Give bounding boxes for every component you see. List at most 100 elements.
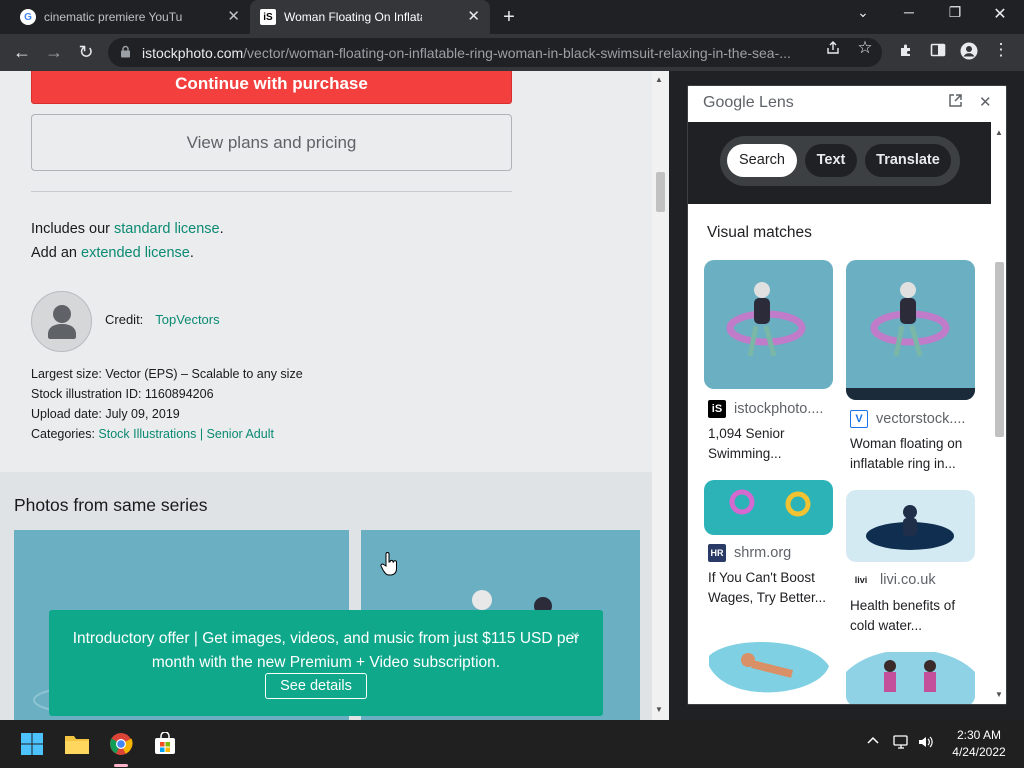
license-line-standard: Includes our standard license.	[31, 221, 224, 237]
livi-source-icon: livi	[850, 571, 872, 589]
screen: G cinematic premiere YouTube cou ✕ iS Wo…	[0, 0, 1024, 768]
promo-close-icon[interactable]: ×	[571, 627, 579, 643]
categories: Categories: Stock Illustrations | Senior…	[31, 427, 274, 441]
license-text: Add an	[31, 245, 81, 261]
microsoft-store-icon[interactable]	[151, 730, 179, 758]
side-panel-icon[interactable]	[927, 42, 949, 62]
chrome-icon[interactable]	[107, 730, 135, 758]
result-image[interactable]	[846, 490, 975, 562]
shrm-source-icon: HR	[708, 544, 726, 562]
result-source[interactable]: Vvectorstock....	[850, 410, 965, 428]
file-explorer-icon[interactable]	[63, 730, 91, 758]
license-text-end: .	[219, 221, 224, 237]
result-caption[interactable]: If You Can't Boost Wages, Try Better...	[708, 568, 838, 608]
source-name: vectorstock....	[876, 411, 966, 427]
chrome-menu-icon[interactable]: ⋮	[990, 40, 1012, 60]
visual-matches-title: Visual matches	[707, 224, 812, 241]
tab-translate[interactable]: Translate	[865, 144, 951, 177]
upload-date: Upload date: July 09, 2019	[31, 407, 180, 421]
scroll-up-arrow-icon[interactable]: ▲	[995, 128, 1003, 137]
view-plans-button[interactable]: View plans and pricing	[31, 114, 512, 171]
clock-time: 2:30 AM	[956, 728, 1002, 742]
url-text: istockphoto.com/vector/woman-floating-on…	[142, 45, 822, 61]
license-line-extended: Add an extended license.	[31, 245, 194, 261]
tab-youtube-search[interactable]: G cinematic premiere YouTube cou ✕	[0, 0, 250, 34]
close-tab-icon[interactable]: ✕	[227, 9, 240, 24]
result-image[interactable]	[846, 260, 975, 400]
tab-text[interactable]: Text	[805, 144, 857, 177]
extended-license-link[interactable]: extended license	[81, 245, 190, 261]
tab-title: cinematic premiere YouTube cou	[44, 10, 182, 24]
forward-button[interactable]: →	[42, 40, 66, 64]
volume-icon[interactable]	[917, 734, 935, 754]
largest-size: Largest size: Vector (EPS) – Scalable to…	[31, 367, 303, 381]
lens-scroll-thumb[interactable]	[995, 262, 1004, 437]
continue-purchase-button[interactable]: Continue with purchase	[31, 71, 512, 104]
see-details-button[interactable]: See details	[265, 673, 367, 699]
contributor-avatar[interactable]	[31, 291, 92, 352]
lens-title: Google Lens	[703, 94, 794, 111]
standard-license-link[interactable]: standard license	[114, 221, 220, 237]
close-tab-icon[interactable]: ✕	[467, 9, 480, 24]
open-in-new-tab-icon[interactable]	[948, 93, 963, 112]
address-bar[interactable]: istockphoto.com/vector/woman-floating-on…	[108, 38, 882, 67]
close-panel-icon[interactable]: ✕	[979, 93, 992, 111]
start-windows-icon[interactable]	[18, 730, 46, 758]
scroll-down-arrow-icon[interactable]: ▼	[995, 690, 1003, 699]
result-source[interactable]: iS istockphoto....	[708, 400, 823, 418]
tab-search-chevron-icon[interactable]: ⌄	[851, 4, 875, 21]
google-icon: G	[20, 9, 36, 25]
credit-name-link[interactable]: TopVectors	[155, 312, 219, 327]
taskbar: 2:30 AM 4/24/2022	[0, 720, 1024, 768]
page-scrollbar[interactable]: ▲ ▼	[652, 71, 669, 720]
lens-mode-tabs: Search Text Translate	[720, 136, 960, 186]
promo-banner: Introductory offer | Get images, videos,…	[49, 610, 603, 716]
system-clock[interactable]: 2:30 AM 4/24/2022	[944, 727, 1014, 761]
scroll-up-arrow-icon[interactable]: ▲	[655, 75, 663, 84]
network-icon[interactable]	[893, 734, 911, 754]
restore-button[interactable]: ❐	[943, 4, 967, 21]
result-image[interactable]	[704, 480, 833, 535]
lock-icon	[120, 45, 136, 61]
categories-label: Categories:	[31, 427, 99, 441]
new-tab-button[interactable]: +	[498, 6, 520, 29]
divider	[31, 191, 512, 192]
categories-links[interactable]: Stock Illustrations | Senior Adult	[98, 427, 274, 441]
lens-scrollbar[interactable]: ▲ ▼	[991, 122, 1006, 704]
vectorstock-source-icon: V	[850, 410, 868, 428]
reload-button[interactable]: ↻	[74, 40, 98, 64]
lens-mode-bar: Search Text Translate	[688, 122, 991, 204]
result-image[interactable]	[704, 260, 833, 389]
url-host: istockphoto.com	[142, 44, 244, 61]
minimize-button[interactable]: ─	[897, 4, 921, 20]
istock-icon: iS	[260, 9, 276, 25]
result-image[interactable]	[704, 626, 833, 704]
tab-istock[interactable]: iS Woman Floating On Inflatable Ri ✕	[250, 0, 490, 34]
profile-icon[interactable]	[958, 42, 980, 64]
hand-cursor-icon	[380, 552, 398, 581]
page-scroll-thumb[interactable]	[656, 172, 665, 212]
tab-strip: G cinematic premiere YouTube cou ✕ iS Wo…	[0, 0, 1024, 34]
window-close-button[interactable]: ✕	[988, 4, 1012, 24]
show-hidden-icons-chevron-up-icon[interactable]	[866, 734, 880, 752]
promo-text: Introductory offer | Get images, videos,…	[72, 630, 580, 671]
result-caption[interactable]: 1,094 Senior Swimming...	[708, 424, 838, 464]
tab-title: Woman Floating On Inflatable Ri	[284, 10, 422, 24]
credit-label: Credit:	[105, 312, 144, 327]
result-source[interactable]: HR shrm.org	[708, 544, 791, 562]
web-page: Continue with purchase View plans and pr…	[0, 71, 652, 720]
result-caption[interactable]: Woman floating on inflatable ring in...	[850, 434, 980, 474]
tab-search[interactable]: Search	[727, 144, 797, 177]
extensions-icon[interactable]	[895, 42, 917, 62]
series-title: Photos from same series	[14, 495, 208, 515]
scroll-down-arrow-icon[interactable]: ▼	[655, 705, 663, 714]
istock-source-icon: iS	[708, 400, 726, 418]
result-source[interactable]: livi livi.co.uk	[850, 571, 936, 589]
back-button[interactable]: ←	[10, 40, 34, 64]
result-image[interactable]	[846, 652, 975, 704]
active-app-indicator	[114, 764, 128, 767]
bookmark-star-icon[interactable]: ☆	[855, 38, 875, 58]
url-path: /vector/woman-floating-on-inflatable-rin…	[243, 44, 791, 61]
share-icon[interactable]	[823, 40, 843, 60]
result-caption[interactable]: Health benefits of cold water...	[850, 596, 980, 636]
